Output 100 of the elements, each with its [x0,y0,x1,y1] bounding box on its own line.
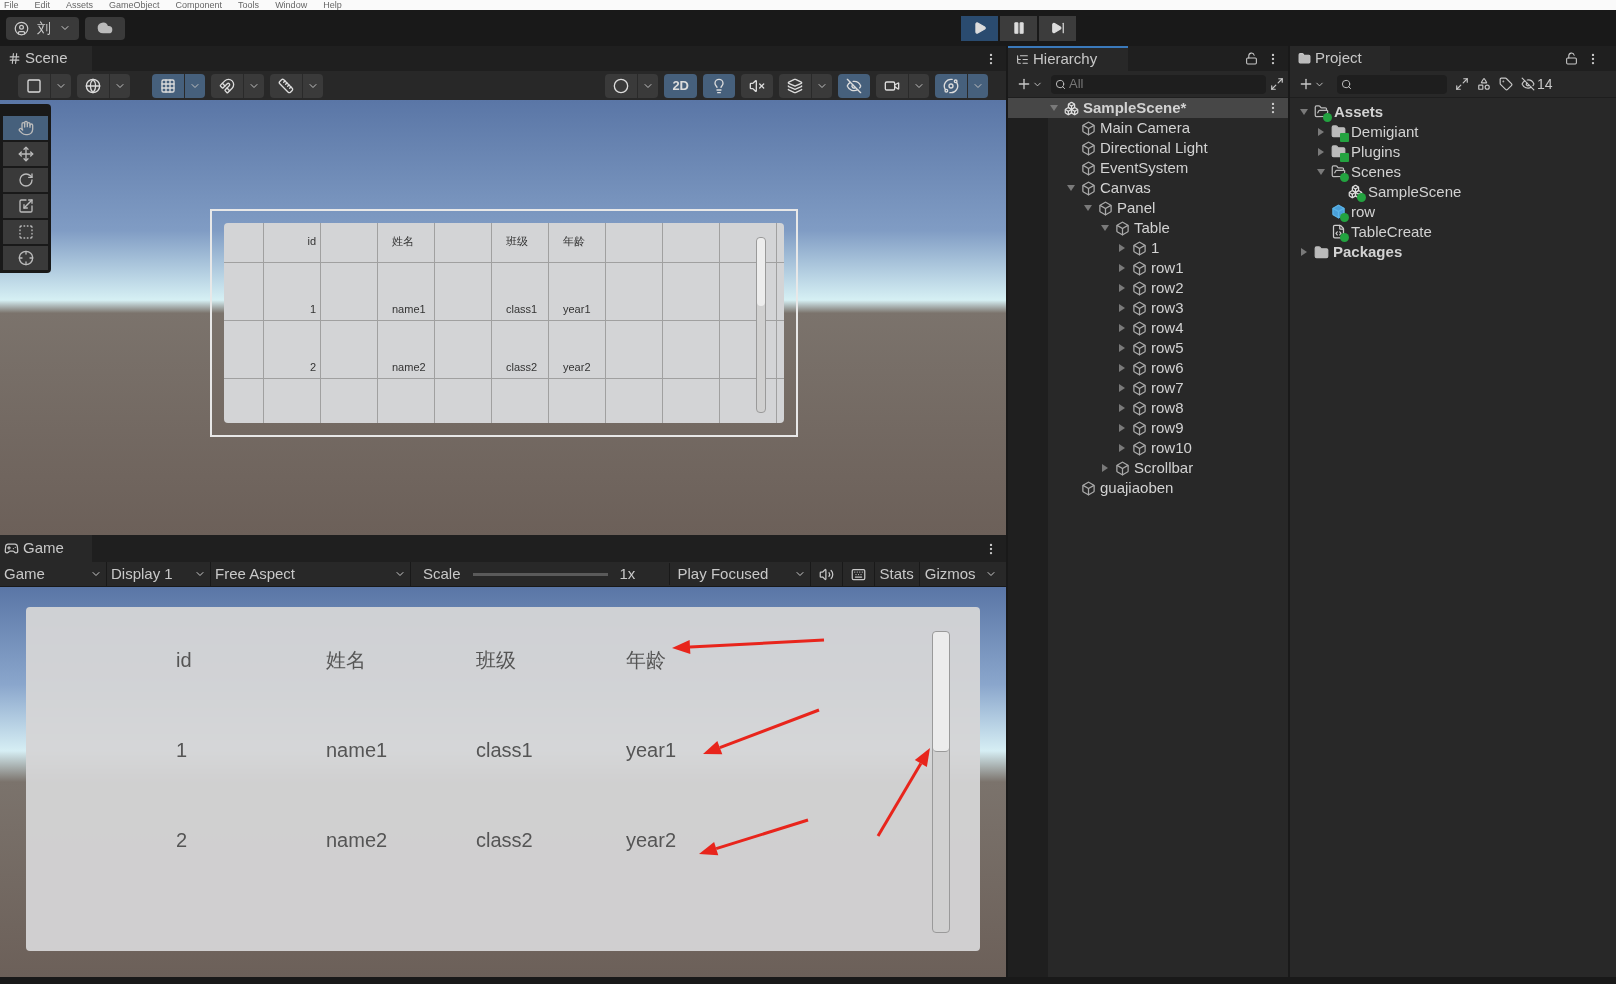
hierarchy-item[interactable]: Canvas [1008,178,1288,199]
expand-icon[interactable] [1455,77,1469,92]
search-field[interactable]: All [1051,74,1266,94]
expand-arrow-icon[interactable] [1316,147,1326,158]
project-item[interactable]: Scenes [1290,162,1616,183]
menu-item[interactable]: Edit [34,0,51,10]
hierarchy-item[interactable]: row4 [1008,318,1288,339]
stats-button[interactable]: Stats [874,562,920,587]
hierarchy-item[interactable]: row9 [1008,418,1288,439]
menu-item[interactable]: Window [275,0,308,10]
hierarchy-tab[interactable]: Hierarchy [1008,46,1128,72]
cloud-button[interactable] [85,16,125,40]
menu-item[interactable]: Assets [66,0,94,10]
scene-toolbar-button[interactable] [18,73,50,98]
expand-arrow-icon[interactable] [1299,247,1309,258]
scene-toolbar-button[interactable] [838,73,870,98]
expand-arrow-icon[interactable] [1117,383,1127,394]
play-button[interactable] [961,15,998,41]
hierarchy-item[interactable]: row10 [1008,438,1288,459]
expand-arrow-icon[interactable] [1117,443,1127,454]
hierarchy-item[interactable]: guajiaoben [1008,478,1288,499]
project-item[interactable]: Packages [1290,242,1616,263]
gizmos-button[interactable]: Gizmos [919,562,981,587]
menu-item[interactable]: Component [175,0,223,10]
scrollbar[interactable] [756,236,766,413]
scene-toolbar-button[interactable] [211,73,243,98]
hierarchy-item[interactable]: EventSystem [1008,158,1288,179]
scene-toolbar-button[interactable] [270,73,302,98]
scene-toolbar-button[interactable] [935,73,967,98]
tool-button[interactable] [3,168,48,193]
account-button[interactable]: 刘 [6,16,79,40]
search-field[interactable] [1337,74,1447,94]
hierarchy-item[interactable]: row1 [1008,258,1288,279]
hierarchy-item[interactable]: Panel [1008,198,1288,219]
menu-item[interactable]: Help [323,0,342,10]
scene-toolbar-button[interactable] [703,73,735,98]
dropdown-field[interactable]: Free Aspect [211,562,411,587]
scene-tab[interactable]: Scene [0,46,92,72]
expand-arrow-icon[interactable] [1117,323,1127,334]
tool-button[interactable] [3,220,48,245]
lock-icon[interactable] [1565,51,1578,65]
shapes-icon[interactable] [1477,77,1491,92]
step-button[interactable] [1039,15,1076,41]
expand-arrow-icon[interactable] [1117,303,1127,314]
scene-toolbar-button[interactable] [77,73,109,98]
dropdown-field[interactable]: Display 1 [107,562,211,587]
expand-arrow-icon[interactable] [1117,363,1127,374]
hierarchy-item[interactable]: row2 [1008,278,1288,299]
dropdown-field[interactable]: Play Focused [673,562,811,587]
expand-icon[interactable] [1270,77,1284,92]
scene-toolbar-button[interactable] [779,73,811,98]
project-item[interactable]: row [1290,202,1616,223]
hierarchy-item[interactable]: row5 [1008,338,1288,359]
expand-arrow-icon[interactable] [1117,423,1127,434]
scene-toolbar-button[interactable] [741,73,773,98]
tag-icon[interactable] [1499,77,1513,92]
menu-item[interactable]: Tools [238,0,260,10]
menu-item[interactable]: GameObject [109,0,160,10]
project-item[interactable]: Plugins [1290,142,1616,163]
scrollbar[interactable] [932,631,950,934]
project-item[interactable]: TableCreate [1290,222,1616,243]
game-tab[interactable]: Game [0,535,92,563]
scene-toolbar-button[interactable] [876,73,908,98]
hierarchy-item[interactable]: Directional Light [1008,138,1288,159]
hierarchy-item[interactable]: Table [1008,218,1288,239]
hierarchy-item[interactable]: row8 [1008,398,1288,419]
hidden-count-button[interactable]: 14 [1521,73,1553,95]
dropdown-button[interactable] [50,73,71,98]
hierarchy-item[interactable]: row3 [1008,298,1288,319]
pause-button[interactable] [1000,15,1037,41]
expand-arrow-icon[interactable] [1117,243,1127,254]
expand-arrow-icon[interactable] [1117,283,1127,294]
dropdown-field[interactable]: Game [0,562,107,587]
scrollbar-handle[interactable] [933,632,949,753]
tool-button[interactable] [3,246,48,271]
menu-item[interactable]: File [4,0,19,10]
project-item[interactable]: Assets [1290,102,1616,123]
project-item[interactable]: Demigiant [1290,122,1616,143]
2d-toggle-button[interactable]: 2D [664,73,697,98]
hierarchy-item[interactable]: row6 [1008,358,1288,379]
scrollbar-handle[interactable] [757,237,765,306]
project-item[interactable]: SampleScene [1290,182,1616,203]
hierarchy-item[interactable]: Scrollbar [1008,458,1288,479]
lock-icon[interactable] [1245,51,1258,65]
dropdown-button[interactable] [967,73,988,98]
hierarchy-item[interactable]: 1 [1008,238,1288,259]
expand-arrow-icon[interactable] [1316,127,1326,138]
expand-arrow-icon[interactable] [1117,263,1127,274]
dropdown-button[interactable] [184,73,205,98]
tool-button[interactable] [3,142,48,167]
hierarchy-item[interactable]: Main Camera [1008,118,1288,139]
tool-button[interactable] [3,194,48,219]
expand-arrow-icon[interactable] [1117,343,1127,354]
hierarchy-item[interactable]: row7 [1008,378,1288,399]
scene-toolbar-button[interactable] [605,73,638,98]
tool-button[interactable] [3,116,48,141]
hierarchy-item[interactable]: SampleScene* [1008,98,1288,119]
scene-toolbar-button[interactable] [152,73,184,98]
project-tab[interactable]: Project [1290,46,1390,72]
expand-arrow-icon[interactable] [1100,463,1110,474]
